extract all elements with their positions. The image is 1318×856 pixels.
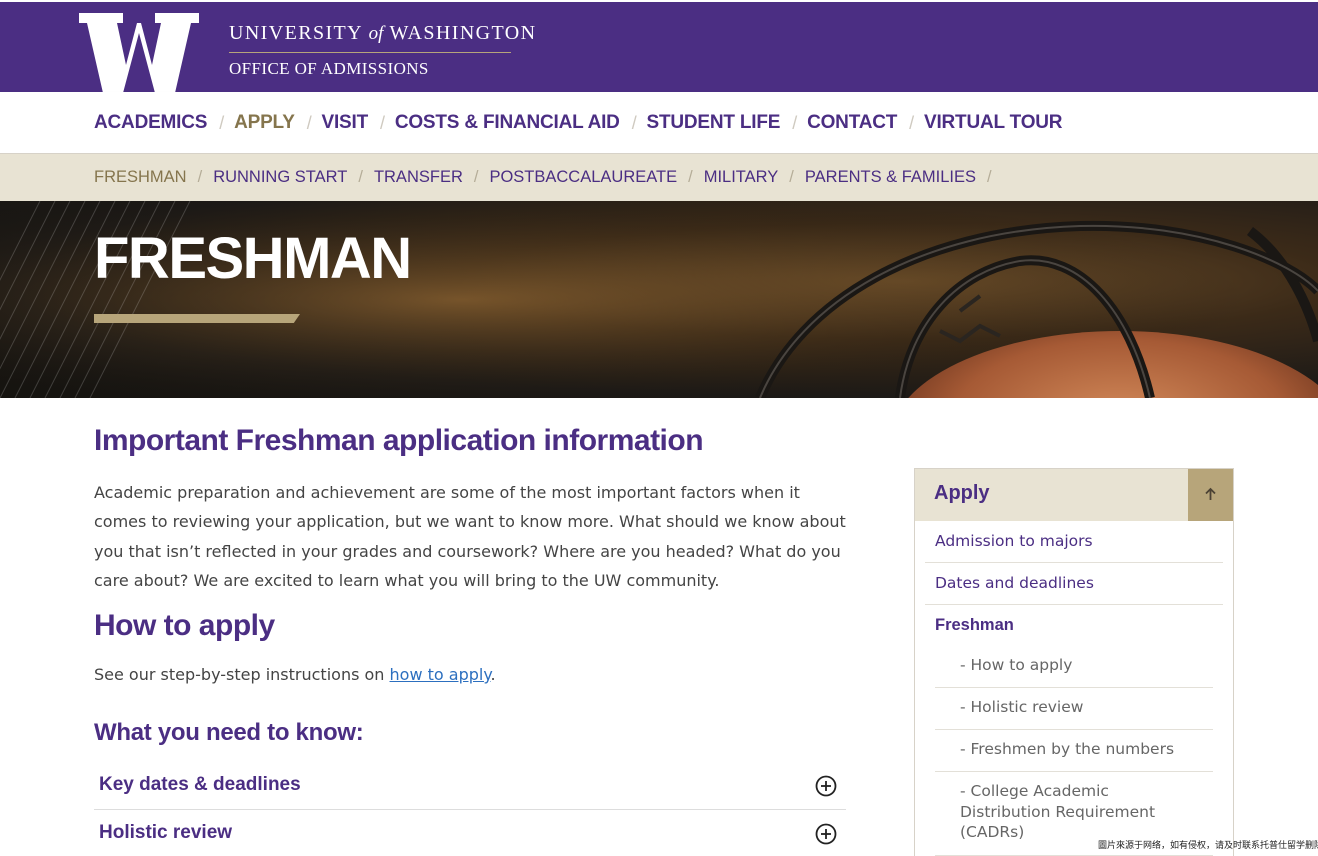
office-name[interactable]: OFFICE OF ADMISSIONS <box>229 59 429 79</box>
sidebar-item-label: Freshman <box>935 616 1014 634</box>
nav-item-academics[interactable]: ACADEMICS <box>94 112 207 134</box>
collapse-button[interactable] <box>1188 469 1233 521</box>
main-nav: ACADEMICS / APPLY / VISIT / COSTS & FINANCIAL … <box>0 92 1318 154</box>
nav-separator: / <box>380 112 385 133</box>
university-name-start: UNIVERSITY <box>229 22 363 44</box>
header-divider <box>229 52 511 53</box>
how-to-apply-link[interactable]: how to apply <box>390 665 491 684</box>
nav-separator: / <box>219 112 225 133</box>
sidebar-subitem-freshmen-by-numbers[interactable]: - Freshmen by the numbers <box>935 730 1213 772</box>
subnav-separator: / <box>789 168 794 186</box>
sidebar-item-dates-and-deadlines[interactable]: Dates and deadlines <box>925 563 1223 605</box>
nav-item-visit[interactable]: VISIT <box>322 112 369 134</box>
intro-paragraph: Academic preparation and achievement are… <box>94 483 846 590</box>
subnav-separator: / <box>473 168 479 186</box>
sidebar-item-freshman[interactable]: Freshman <box>925 605 1223 647</box>
subnav-separator: / <box>688 168 693 186</box>
subnav-item-parents-and-families[interactable]: PARENTS & FAMILIES <box>805 168 976 187</box>
subnav-separator: / <box>987 168 992 186</box>
subnav-item-freshman[interactable]: FRESHMAN <box>94 168 187 187</box>
accordion-label: Holistic review <box>99 822 233 843</box>
nav-separator: / <box>631 112 637 133</box>
sidebar-item-label: Dates and deadlines <box>935 574 1094 592</box>
sidebar-item-admission-to-majors[interactable]: Admission to majors <box>925 521 1223 563</box>
sub-nav: FRESHMAN / RUNNING START / TRANSFER / POSTBACC… <box>0 154 1318 201</box>
section-heading: Important Freshman application informati… <box>94 424 704 457</box>
accordion-key-dates[interactable]: Key dates & deadlines <box>94 762 846 810</box>
sidebar-header[interactable]: Apply <box>915 469 1233 521</box>
subnav-separator: / <box>197 168 203 186</box>
how-to-apply-lead: See our step-by-step instructions on <box>94 665 390 684</box>
subnav-item-military[interactable]: MILITARY <box>704 168 779 187</box>
sidebar-subitem-label: - Freshmen by the numbers <box>960 740 1175 758</box>
how-to-apply-period: . <box>490 665 496 684</box>
sidebar-subitem-holistic-review[interactable]: - Holistic review <box>935 688 1213 730</box>
university-name-end: WASHINGTON <box>389 22 537 44</box>
accordion-label: Key dates & deadlines <box>99 774 301 795</box>
site-header: UNIVERSITY of WASHINGTON OFFICE OF ADMIS… <box>0 0 1318 93</box>
how-to-apply-heading: How to apply <box>94 609 275 642</box>
sidebar-title: Apply <box>934 482 990 504</box>
how-to-apply-text: See our step-by-step instructions on how… <box>94 665 496 684</box>
what-you-need-heading: What you need to know: <box>94 719 364 746</box>
university-name[interactable]: UNIVERSITY of WASHINGTON <box>229 22 536 45</box>
expand-plus-icon[interactable] <box>815 823 837 845</box>
page-title: FRESHMAN <box>94 226 412 291</box>
expand-plus-icon[interactable] <box>815 775 837 797</box>
nav-item-costs-and-financial-aid[interactable]: COSTS & FINANCIAL AID <box>395 112 620 134</box>
university-name-of: of <box>368 23 384 44</box>
sidebar-subitem-label: - College Academic Distribution Requirem… <box>960 782 1156 841</box>
nav-item-virtual-tour[interactable]: VIRTUAL TOUR <box>924 112 1063 134</box>
subnav-item-postbaccalaureate[interactable]: POSTBACCALAUREATE <box>489 168 677 187</box>
nav-item-contact[interactable]: CONTACT <box>807 112 897 134</box>
nav-separator: / <box>306 112 312 133</box>
nav-item-apply[interactable]: APPLY <box>234 112 295 134</box>
hero-banner: FRESHMAN <box>0 201 1318 398</box>
subnav-item-running-start[interactable]: RUNNING START <box>213 168 347 187</box>
sidebar-subitem-label: - How to apply <box>960 656 1073 674</box>
sidebar-nav: Apply Admission to majors Dates and dead… <box>914 468 1234 856</box>
image-watermark: 圖片來源于网络，如有侵权，请及时联系托普仕留学删除 <box>1098 841 1318 851</box>
nav-separator: / <box>792 112 798 133</box>
sidebar-subitem-label: - Holistic review <box>960 698 1084 716</box>
subnav-separator: / <box>358 168 363 186</box>
subnav-item-transfer[interactable]: TRANSFER <box>374 168 463 187</box>
accordion-holistic-review[interactable]: Holistic review <box>94 810 846 856</box>
nav-separator: / <box>909 112 914 133</box>
title-accent-bar <box>94 314 300 323</box>
uw-w-logo[interactable] <box>79 13 199 93</box>
sidebar-subitem-how-to-apply[interactable]: - How to apply <box>935 647 1213 688</box>
nav-item-student-life[interactable]: STUDENT LIFE <box>647 112 781 134</box>
sidebar-item-label: Admission to majors <box>935 532 1093 550</box>
arrow-up-icon <box>1205 487 1216 500</box>
